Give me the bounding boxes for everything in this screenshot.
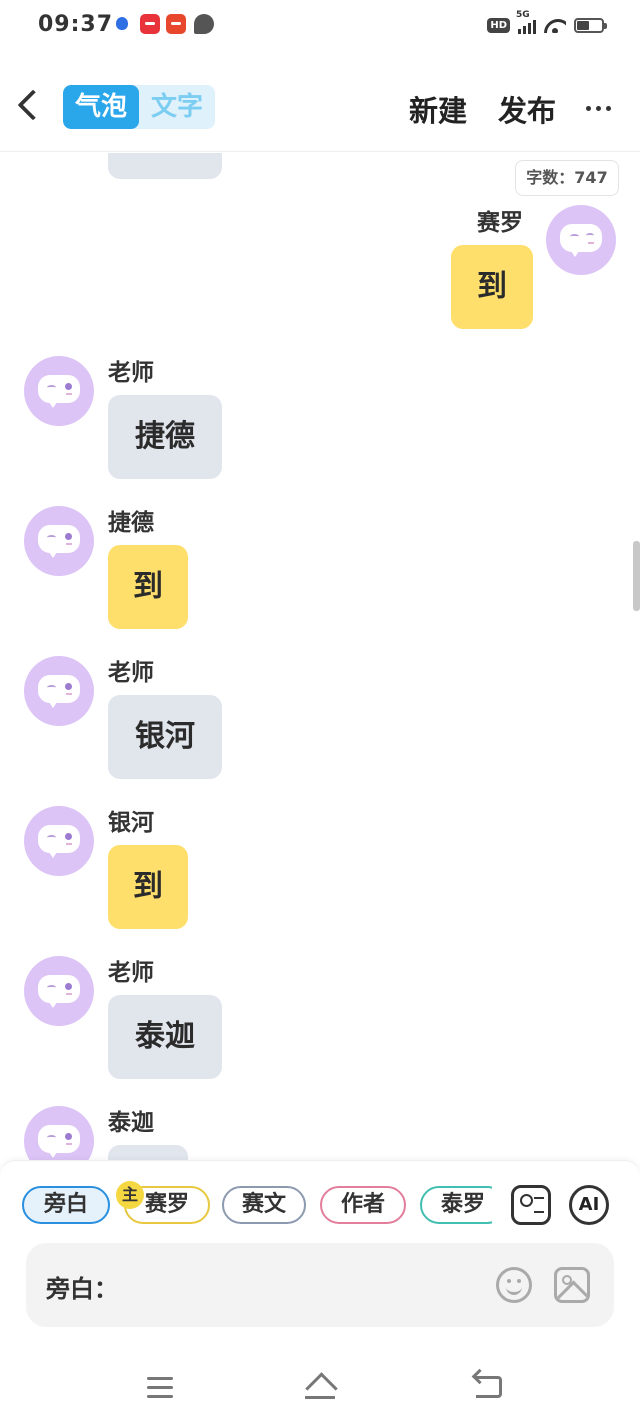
hd-icon: HD <box>487 17 510 33</box>
speaker-name: 赛罗 <box>477 210 523 236</box>
avatar[interactable] <box>24 506 94 576</box>
avatar[interactable] <box>24 956 94 1026</box>
back-icon[interactable] <box>476 1376 502 1398</box>
emoji-icon[interactable] <box>496 1267 532 1303</box>
system-nav-bar <box>0 1354 640 1427</box>
image-icon[interactable] <box>554 1267 590 1303</box>
message-app-icon <box>194 14 214 34</box>
main-character-badge: 主 <box>116 1181 144 1209</box>
message-bubble[interactable]: 到 <box>108 845 188 929</box>
message-bubble[interactable] <box>108 153 222 179</box>
status-indicators: HD 5G <box>487 10 607 36</box>
avatar[interactable] <box>546 205 616 275</box>
tab-text[interactable]: 文字 <box>139 85 215 129</box>
speaker-name: 银河 <box>108 810 154 836</box>
character-chip-saiwen[interactable]: 赛文 <box>222 1186 306 1224</box>
character-list-icon[interactable] <box>511 1185 551 1225</box>
editor-header: 气泡 文字 新建 发布 <box>0 62 640 152</box>
avatar[interactable] <box>24 356 94 426</box>
scrollbar[interactable] <box>633 541 640 611</box>
tab-bubble[interactable]: 气泡 <box>63 85 139 129</box>
status-bar: 09:37 HD 5G <box>0 0 640 52</box>
speaker-name: 泰迦 <box>108 1110 154 1136</box>
composer-panel: 旁白 赛罗 赛文 作者 泰罗 主 AI 旁白： <box>0 1160 640 1354</box>
new-button[interactable]: 新建 <box>409 88 467 130</box>
avatar[interactable] <box>24 806 94 876</box>
wifi-icon <box>544 17 566 33</box>
mode-switch: 气泡 文字 <box>63 85 215 129</box>
more-options-icon[interactable] <box>586 106 611 111</box>
character-chip-author[interactable]: 作者 <box>320 1186 406 1224</box>
battery-icon <box>574 17 607 33</box>
character-chip-tairuo[interactable]: 泰罗 <box>420 1186 492 1224</box>
message-bubble[interactable]: 银河 <box>108 695 222 779</box>
publish-button[interactable]: 发布 <box>498 88 556 130</box>
message-bubble[interactable]: 到 <box>451 245 533 329</box>
signal-icon: 5G <box>516 10 536 34</box>
message-bubble[interactable]: 捷德 <box>108 395 222 479</box>
network-label: 5G <box>516 10 530 20</box>
status-time: 09:37 <box>38 12 114 37</box>
speaker-name: 老师 <box>108 960 154 986</box>
home-icon[interactable] <box>305 1376 335 1400</box>
listen-app-icon <box>166 14 186 34</box>
chat-area[interactable]: 字数：747 赛罗 到 老师 捷德 捷德 到 老师 银河 银河 到 老师 泰迦 … <box>0 153 640 1160</box>
character-selector: 旁白 赛罗 赛文 作者 泰罗 <box>22 1186 492 1226</box>
input-speaker-prefix: 旁白： <box>46 1275 118 1303</box>
notification-app-icon <box>140 14 160 34</box>
character-chip-narration[interactable]: 旁白 <box>22 1186 110 1224</box>
message-bubble[interactable] <box>108 1145 188 1160</box>
word-count-badge: 字数：747 <box>515 160 619 196</box>
ai-button[interactable]: AI <box>569 1185 609 1225</box>
avatar[interactable] <box>24 656 94 726</box>
menu-icon[interactable] <box>147 1377 173 1399</box>
message-bubble[interactable]: 到 <box>108 545 188 629</box>
speaker-name: 捷德 <box>108 510 154 536</box>
message-bubble[interactable]: 泰迦 <box>108 995 222 1079</box>
back-arrow-icon[interactable] <box>17 89 49 121</box>
baidu-app-icon <box>112 14 132 34</box>
speaker-name: 老师 <box>108 660 154 686</box>
speaker-name: 老师 <box>108 360 154 386</box>
message-input[interactable]: 旁白： <box>26 1243 614 1327</box>
avatar[interactable] <box>24 1106 94 1160</box>
